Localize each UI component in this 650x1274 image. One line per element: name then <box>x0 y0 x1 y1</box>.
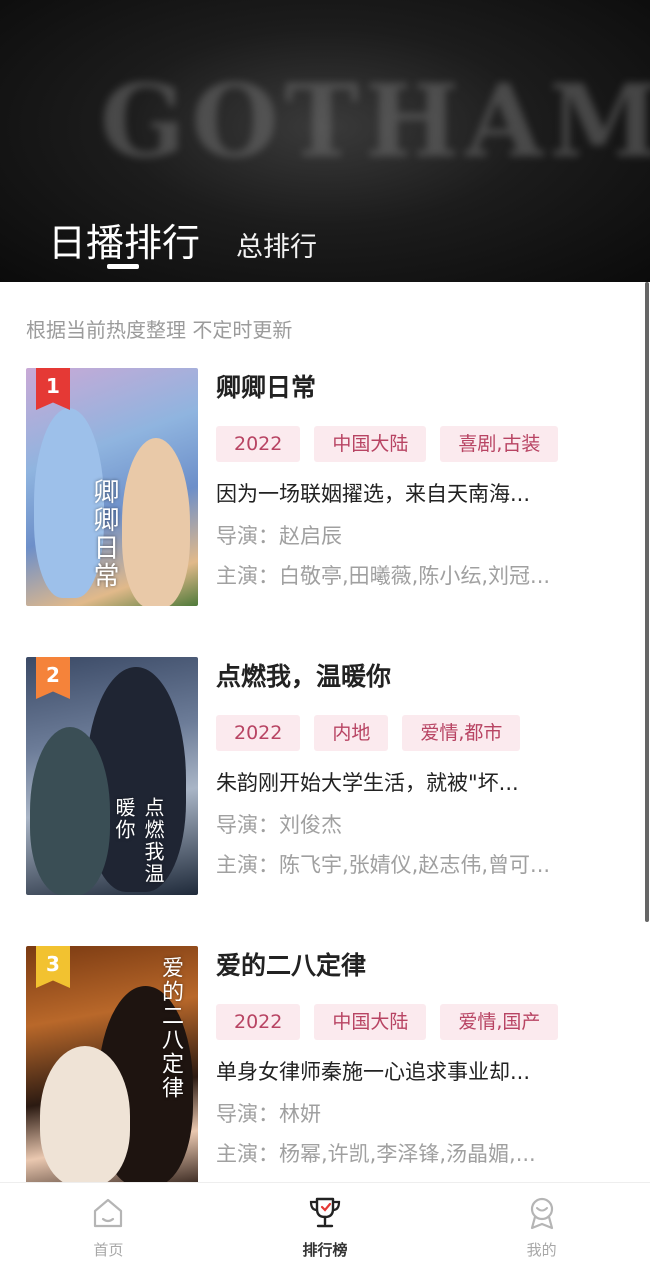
item-director: 导演：赵启辰 <box>216 524 342 548</box>
poster-title-art: 爱的二八定律 <box>158 956 183 1100</box>
ranking-item[interactable]: 爱的二八定律 3 爱的二八定律 2022 中国大陆 爱情,国产 单身女律师秦施一… <box>26 946 626 1186</box>
poster-title-art: 点燃我温暖你 <box>112 797 165 885</box>
poster-figure-female <box>30 727 110 895</box>
tag-region: 中国大陆 <box>314 426 427 462</box>
bottom-navigation: 首页 排行榜 我的 <box>0 1182 650 1274</box>
item-cast: 主演：杨幂,许凯,李泽锋,汤晶媚,... <box>216 1142 536 1166</box>
item-cast: 主演：陈飞宇,张婧仪,赵志伟,曾可... <box>216 853 551 877</box>
ranking-item[interactable]: 卿卿日常 1 卿卿日常 2022 中国大陆 喜剧,古装 因为一场联姻擢选，来自天… <box>26 368 626 608</box>
tag-region: 中国大陆 <box>314 1004 427 1040</box>
item-director: 导演：刘俊杰 <box>216 813 342 837</box>
profile-badge-icon[interactable] <box>524 1195 560 1231</box>
tag-year: 2022 <box>216 715 301 751</box>
item-tags: 2022 内地 爱情,都市 <box>216 715 626 751</box>
rank-badge: 1 <box>36 368 70 410</box>
tag-region: 内地 <box>314 715 389 751</box>
nav-profile-label: 我的 <box>526 1241 557 1259</box>
item-title[interactable]: 卿卿日常 <box>216 368 626 408</box>
nav-home-label: 首页 <box>93 1241 124 1259</box>
tag-genre: 喜剧,古装 <box>440 426 559 462</box>
scrollbar-thumb[interactable] <box>645 282 649 922</box>
item-tags: 2022 中国大陆 爱情,国产 <box>216 1004 626 1040</box>
poster-image[interactable]: 点燃我温暖你 2 <box>26 657 198 895</box>
nav-home[interactable]: 首页 <box>0 1183 217 1274</box>
ranking-tabs: 日播排行 总排行 <box>48 212 317 267</box>
tab-total-ranking[interactable]: 总排行 <box>236 225 317 264</box>
item-title[interactable]: 爱的二八定律 <box>216 946 626 986</box>
item-info: 爱的二八定律 2022 中国大陆 爱情,国产 单身女律师秦施一心追求事业却...… <box>216 946 626 1174</box>
poster-image[interactable]: 爱的二八定律 3 <box>26 946 198 1184</box>
item-title[interactable]: 点燃我，温暖你 <box>216 657 626 697</box>
tag-genre: 爱情,国产 <box>440 1004 559 1040</box>
item-info: 点燃我，温暖你 2022 内地 爱情,都市 朱韵刚开始大学生活，就被"坏... … <box>216 657 626 885</box>
nav-profile[interactable]: 我的 <box>433 1183 650 1274</box>
nav-ranking[interactable]: 排行榜 <box>217 1183 434 1274</box>
item-director: 导演：林妍 <box>216 1102 321 1126</box>
poster-title-art: 卿卿日常 <box>89 478 119 590</box>
scrollbar[interactable] <box>644 282 650 1182</box>
tag-genre: 爱情,都市 <box>402 715 521 751</box>
tag-year: 2022 <box>216 426 301 462</box>
rank-badge: 3 <box>36 946 70 988</box>
poster-figure-female <box>122 438 190 606</box>
home-icon[interactable] <box>90 1195 126 1231</box>
list-subtitle: 根据当前热度整理 不定时更新 <box>26 318 293 342</box>
tag-year: 2022 <box>216 1004 301 1040</box>
item-tags: 2022 中国大陆 喜剧,古装 <box>216 426 626 462</box>
poster-image[interactable]: 卿卿日常 1 <box>26 368 198 606</box>
item-description: 因为一场联姻擢选，来自天南海... <box>216 482 531 506</box>
trophy-icon[interactable] <box>307 1195 343 1231</box>
banner-background-logo: GOTHAM <box>100 62 650 180</box>
active-tab-indicator <box>107 264 139 269</box>
poster-figure-male <box>40 1046 130 1184</box>
item-cast: 主演：白敬亭,田曦薇,陈小纭,刘冠... <box>216 564 551 588</box>
tab-daily-ranking[interactable]: 日播排行 <box>48 212 200 267</box>
rank-badge: 2 <box>36 657 70 699</box>
ranking-item[interactable]: 点燃我温暖你 2 点燃我，温暖你 2022 内地 爱情,都市 朱韵刚开始大学生活… <box>26 657 626 897</box>
nav-ranking-label: 排行榜 <box>302 1241 348 1259</box>
item-info: 卿卿日常 2022 中国大陆 喜剧,古装 因为一场联姻擢选，来自天南海... 导… <box>216 368 626 596</box>
item-description: 单身女律师秦施一心追求事业却... <box>216 1060 531 1084</box>
item-description: 朱韵刚开始大学生活，就被"坏... <box>216 771 519 795</box>
